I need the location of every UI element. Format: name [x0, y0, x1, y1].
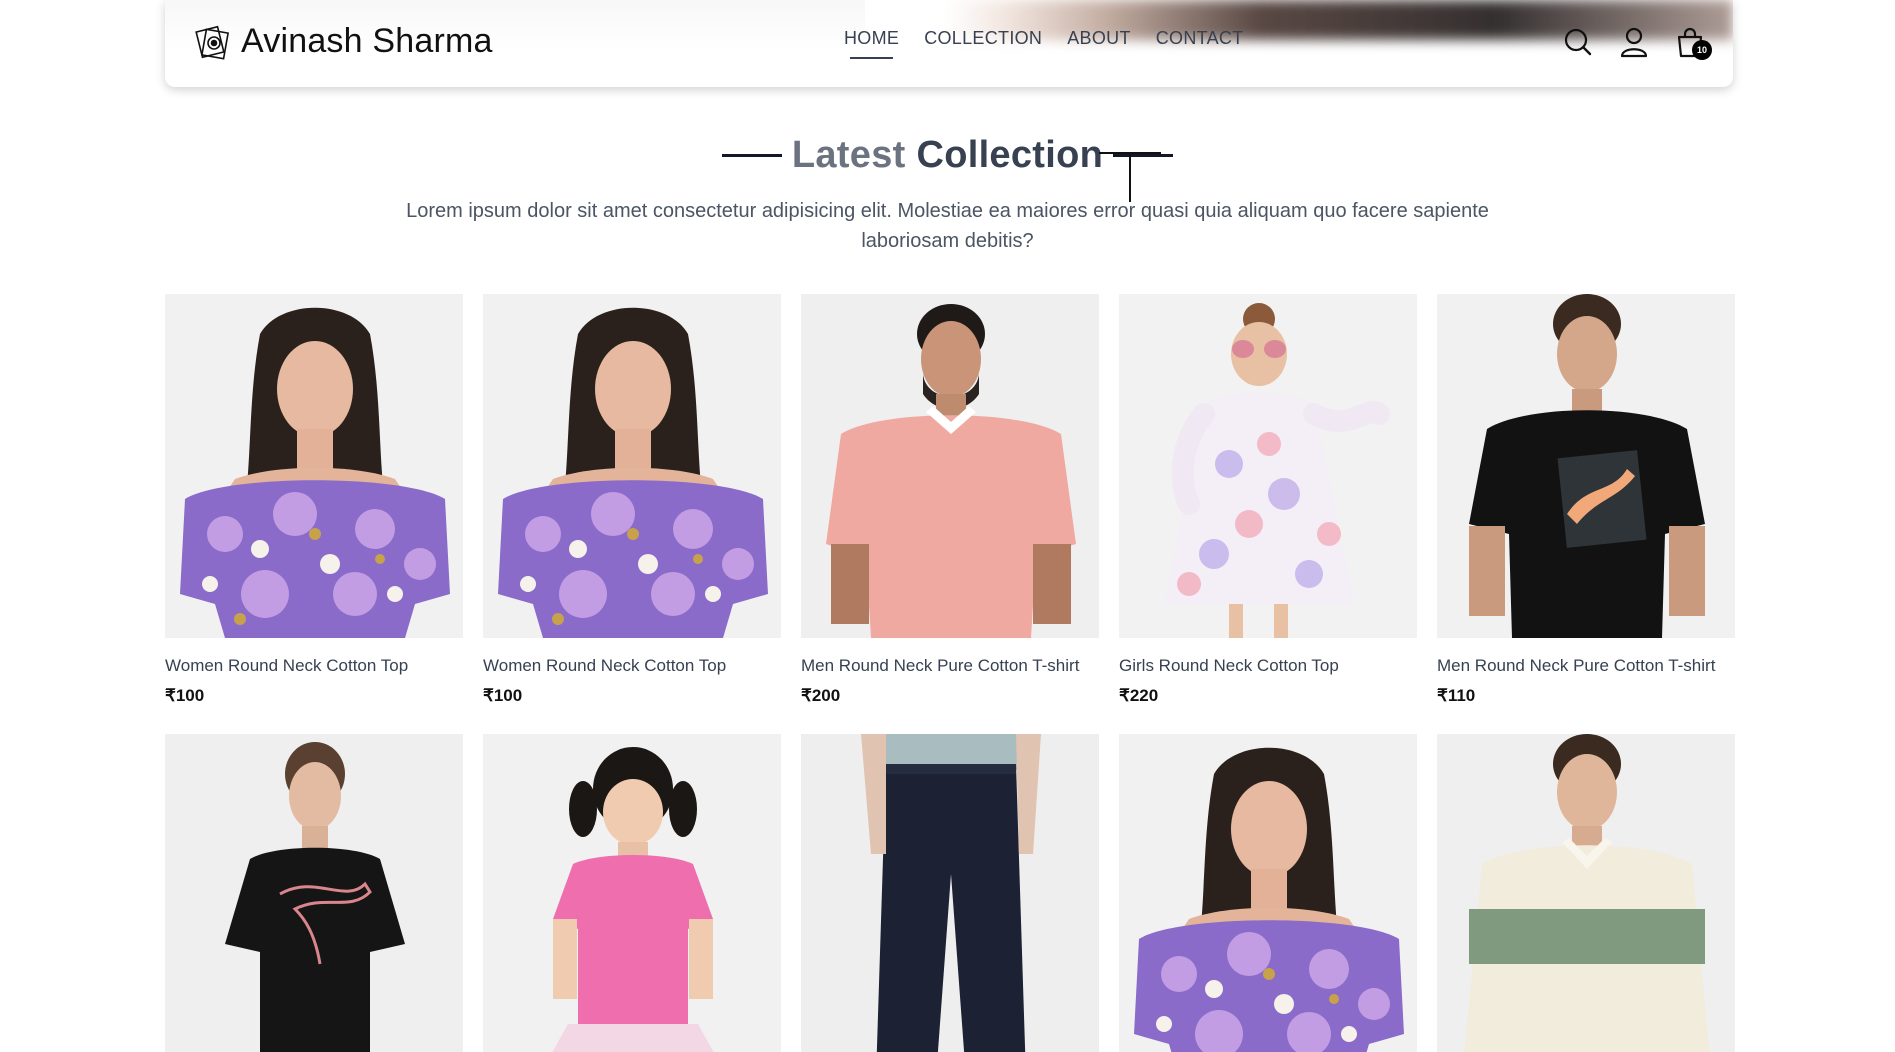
product-image[interactable]	[1119, 294, 1417, 638]
product-image[interactable]	[165, 294, 463, 638]
product-price: ₹200	[801, 686, 841, 705]
product-image[interactable]	[1437, 294, 1735, 638]
product-price: ₹100	[165, 686, 205, 705]
product-name[interactable]: Women Round Neck Cotton Top	[483, 656, 781, 678]
nav-about[interactable]: ABOUT	[1067, 28, 1131, 49]
main-nav: HOME COLLECTION ABOUT CONTACT	[844, 28, 1244, 59]
nav-icons: 10	[1563, 26, 1712, 60]
section-title: Latest Collection	[0, 134, 1895, 177]
product-name[interactable]: Women Round Neck Cotton Top	[165, 656, 463, 678]
title-light: Latest	[791, 134, 906, 176]
product-image[interactable]	[483, 734, 781, 1052]
product-card[interactable]: Men Round Neck Pure Cotton T-shirt ₹200	[801, 294, 1099, 708]
product-price: ₹220	[1119, 686, 1159, 705]
product-image[interactable]	[165, 734, 463, 1052]
brand[interactable]: Avinash Sharma	[195, 22, 493, 61]
product-card[interactable]	[801, 734, 1099, 1052]
product-grid: Women Round Neck Cotton Top ₹100 Women Ro…	[165, 294, 1735, 1052]
cart-count-badge: 10	[1692, 40, 1712, 60]
camera-logo-icon	[195, 25, 230, 60]
product-name[interactable]: Men Round Neck Pure Cotton T-shirt	[1437, 656, 1735, 678]
nav-collection[interactable]: COLLECTION	[924, 28, 1042, 49]
product-card[interactable]: Women Round Neck Cotton Top ₹100	[483, 294, 781, 708]
user-icon[interactable]	[1619, 26, 1649, 58]
product-card[interactable]	[165, 734, 463, 1052]
product-card[interactable]: Women Round Neck Cotton Top ₹100	[165, 294, 463, 708]
cart-button[interactable]: 10	[1675, 26, 1712, 60]
product-card[interactable]	[1437, 734, 1735, 1052]
nav-contact[interactable]: CONTACT	[1156, 28, 1244, 49]
brand-name: Avinash Sharma	[241, 22, 493, 60]
product-card[interactable]	[1119, 734, 1417, 1052]
section-heading: Latest Collection	[792, 134, 1103, 177]
product-image[interactable]	[1437, 734, 1735, 1052]
title-bold: Collection	[916, 134, 1104, 176]
title-line-left	[721, 154, 782, 157]
section-description: Lorem ipsum dolor sit amet consectetur a…	[406, 200, 1489, 252]
product-card[interactable]: Men Round Neck Pure Cotton T-shirt ₹110	[1437, 294, 1735, 708]
search-icon[interactable]	[1563, 26, 1593, 58]
product-price: ₹110	[1437, 686, 1476, 705]
product-name[interactable]: Men Round Neck Pure Cotton T-shirt	[801, 656, 1099, 678]
product-card[interactable]: Girls Round Neck Cotton Top ₹220	[1119, 294, 1417, 708]
product-image[interactable]	[801, 294, 1099, 638]
product-card[interactable]	[483, 734, 781, 1052]
product-image[interactable]	[483, 294, 781, 638]
product-price: ₹100	[483, 686, 523, 705]
product-image[interactable]	[801, 734, 1099, 1052]
title-line-right	[1113, 154, 1174, 157]
text-cursor	[1099, 152, 1161, 202]
product-name[interactable]: Girls Round Neck Cotton Top	[1119, 656, 1417, 678]
product-image[interactable]	[1119, 734, 1417, 1052]
navbar: Avinash Sharma HOME COLLECTION ABOUT CON…	[165, 0, 1733, 87]
nav-home[interactable]: HOME	[844, 28, 899, 59]
